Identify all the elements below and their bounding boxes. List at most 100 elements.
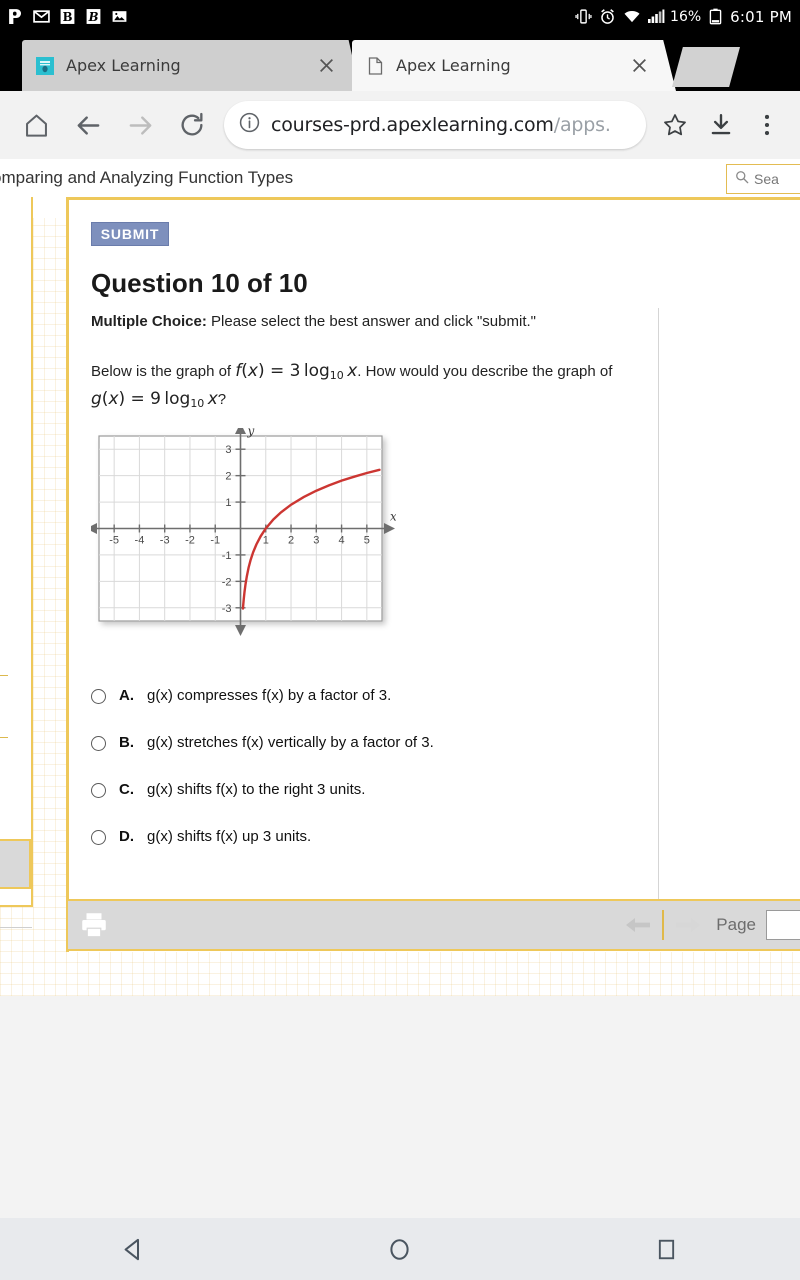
- x-tick-label: -4: [135, 535, 145, 547]
- option-letter-b: B.: [119, 734, 134, 751]
- status-system-icons: 16% 6:01 PM: [574, 7, 792, 26]
- browser-tab-strip: Apex Learning Apex Learning: [0, 33, 800, 91]
- print-icon[interactable]: [68, 899, 120, 951]
- graph-svg: -5 -4 -3 -2 -1 1 2 3 4 5 -3 -2 -1 1 2 3 x y: [91, 428, 396, 636]
- radio-button-d[interactable]: [91, 830, 106, 845]
- back-arrow-icon[interactable]: [62, 99, 114, 151]
- left-nav-panel[interactable]: [0, 197, 33, 907]
- option-text-c: g(x) shifts f(x) to the right 3 units.: [147, 781, 366, 798]
- page-title: Question 10 of 10: [91, 268, 308, 298]
- function-graph: -5 -4 -3 -2 -1 1 2 3 4 5 -3 -2 -1 1 2 3 x y: [91, 428, 396, 638]
- answer-options: A. g(x) compresses f(x) by a factor of 3…: [91, 687, 636, 875]
- search-placeholder-text: Sea: [754, 171, 779, 187]
- instruction-text: Multiple Choice: Please select the best …: [91, 313, 536, 330]
- url-path: /apps.: [553, 114, 611, 136]
- x-tick-label: -2: [185, 535, 195, 547]
- pandora-p-icon: [6, 7, 25, 26]
- nav-recents-square-icon[interactable]: [632, 1218, 702, 1280]
- vibrate-icon: [574, 7, 593, 26]
- option-letter-c: C.: [119, 781, 134, 798]
- url-domain: courses-prd.apexlearning.com: [271, 114, 554, 136]
- address-bar[interactable]: courses-prd.apexlearning.com/apps.: [224, 101, 646, 149]
- next-page-arrow-icon[interactable]: [668, 916, 708, 934]
- left-nav-selected-item[interactable]: [0, 839, 31, 889]
- page-label: Page: [716, 915, 756, 934]
- instruction-rest: Please select the best answer and click …: [206, 313, 536, 330]
- function-g-expression: g(x) = 9 log10 x: [91, 388, 218, 410]
- content-divider: [658, 308, 659, 933]
- x-tick-label: 5: [364, 535, 370, 547]
- radio-button-a[interactable]: [91, 689, 106, 704]
- apex-favicon: [36, 56, 54, 75]
- course-title: omparing and Analyzing Function Types: [0, 168, 294, 187]
- x-tick-label: -1: [210, 535, 220, 547]
- course-header: omparing and Analyzing Function Types Se…: [0, 159, 800, 197]
- x-tick-label: -5: [109, 535, 119, 547]
- answer-option-d[interactable]: D. g(x) shifts f(x) up 3 units.: [91, 828, 636, 875]
- battery-percent-label: 16%: [670, 8, 702, 25]
- close-icon[interactable]: [315, 57, 337, 74]
- web-page-viewport: omparing and Analyzing Function Types Se…: [0, 159, 800, 996]
- nav-home-circle-icon[interactable]: [365, 1218, 435, 1280]
- overflow-menu-icon[interactable]: [744, 102, 790, 148]
- page-icon: [366, 56, 384, 75]
- android-status-bar: B B 16% 6:01 PM: [0, 0, 800, 33]
- b-app-icon: B: [58, 7, 77, 26]
- prompt-part-3: ?: [217, 390, 227, 408]
- gold-strip-gap: [33, 197, 66, 218]
- y-tick-label: 2: [225, 471, 231, 483]
- download-icon[interactable]: [698, 102, 744, 148]
- prev-page-arrow-icon[interactable]: [618, 916, 658, 934]
- android-nav-bar: [0, 1218, 800, 1280]
- option-letter-d: D.: [119, 828, 134, 845]
- page-toolbar: Page: [66, 899, 800, 951]
- b-app-icon-2: B: [84, 7, 103, 26]
- svg-text:B: B: [63, 10, 73, 24]
- answer-option-c[interactable]: C. g(x) shifts f(x) to the right 3 units…: [91, 781, 636, 828]
- device-screen: B B 16% 6:01 PM Apex Learning Apex Learn…: [0, 0, 800, 1280]
- nav-divider: [0, 675, 8, 676]
- x-tick-label: 4: [339, 535, 345, 547]
- option-text-a: g(x) compresses f(x) by a factor of 3.: [147, 687, 392, 704]
- status-clock: 6:01 PM: [730, 7, 792, 26]
- wifi-icon: [622, 7, 641, 26]
- radio-button-c[interactable]: [91, 783, 106, 798]
- y-axis-label: y: [247, 428, 255, 438]
- close-icon[interactable]: [628, 57, 650, 74]
- y-tick-label: 1: [225, 497, 231, 509]
- url-text: courses-prd.apexlearning.com/apps.: [271, 114, 611, 136]
- option-text-d: g(x) shifts f(x) up 3 units.: [147, 828, 312, 845]
- signal-bars-icon: [646, 7, 665, 26]
- browser-tab-2[interactable]: Apex Learning: [352, 40, 660, 91]
- x-tick-label: 3: [313, 535, 319, 547]
- y-tick-label: -3: [222, 603, 232, 615]
- option-text-b: g(x) stretches f(x) vertically by a fact…: [147, 734, 434, 751]
- search-input[interactable]: Sea: [726, 164, 800, 194]
- answer-option-a[interactable]: A. g(x) compresses f(x) by a factor of 3…: [91, 687, 636, 734]
- browser-tab-3-stub[interactable]: [672, 47, 740, 87]
- tab-1-title: Apex Learning: [66, 56, 181, 75]
- home-icon[interactable]: [10, 99, 62, 151]
- answer-option-b[interactable]: B. g(x) stretches f(x) vertically by a f…: [91, 734, 636, 781]
- option-letter-a: A.: [119, 687, 134, 704]
- prompt-part-2: . How would you describe the graph of: [357, 363, 613, 380]
- page-number-input[interactable]: [766, 910, 800, 940]
- tab-2-title: Apex Learning: [396, 56, 511, 75]
- nav-divider: [0, 737, 8, 738]
- submit-button[interactable]: SUBMIT: [91, 222, 169, 246]
- battery-icon: [706, 7, 725, 26]
- star-icon[interactable]: [652, 102, 698, 148]
- gmail-m-icon: [32, 7, 51, 26]
- page-info-icon[interactable]: [238, 111, 261, 139]
- x-tick-label: -3: [160, 535, 170, 547]
- browser-tab-1[interactable]: Apex Learning: [22, 40, 347, 91]
- radio-button-b[interactable]: [91, 736, 106, 751]
- nav-back-triangle-icon[interactable]: [98, 1218, 168, 1280]
- x-axis-label: x: [390, 510, 396, 524]
- y-tick-label: 3: [225, 444, 231, 456]
- reload-icon[interactable]: [166, 99, 218, 151]
- left-nav-underline: [0, 927, 32, 928]
- instruction-label: Multiple Choice:: [91, 313, 207, 330]
- photo-icon: [110, 7, 129, 26]
- function-f-expression: f(x) = 3 log10 x: [235, 361, 358, 382]
